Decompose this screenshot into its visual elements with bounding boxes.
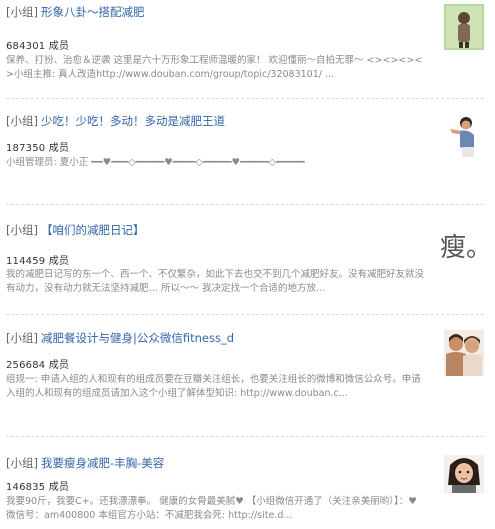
group-title-line: [小组] 少吃！少吃！多动！多动是减肥王道	[6, 113, 225, 129]
group-description: 小组管理员: 夏小正 ━━♥━━━◇━━━━━♥━━━━◇━━━━━♥━━━━━…	[6, 157, 305, 168]
group-title-line: [小组] 【咱们的减肥日记】	[6, 222, 144, 238]
group-title-link[interactable]: 我要瘦身减肥-丰胸-美容	[41, 456, 164, 470]
group-title-line: [小组] 形象八卦～搭配减肥	[6, 4, 144, 20]
member-count: 146835 成员	[6, 482, 70, 493]
member-count: 114459 成员	[6, 256, 70, 267]
divider	[6, 436, 484, 437]
group-avatar-text[interactable]: 瘦。	[440, 228, 492, 268]
group-title-link[interactable]: 减肥餐设计与健身|公众微信fitness_d	[41, 331, 234, 345]
group-description: 我的减肥日记写的东一个、西一个、不仅繁杂，如此下去也交不到几个减肥好友。没有减肥…	[6, 269, 425, 294]
green-figure-icon	[444, 4, 484, 50]
group-title-line: [小组] 减肥餐设计与健身|公众微信fitness_d	[6, 330, 234, 346]
group-title-link[interactable]: 少吃！少吃！多动！多动是减肥王道	[41, 114, 225, 128]
list-item: [小组] 少吃！少吃！多动！多动是减肥王道 187350 成员 小组管理员: 夏小…	[6, 113, 490, 205]
divider	[6, 204, 484, 205]
group-title-line: [小组] 我要瘦身减肥-丰胸-美容	[6, 455, 164, 471]
member-count: 684301 成员	[6, 41, 70, 52]
group-title-link[interactable]: 形象八卦～搭配减肥	[41, 5, 145, 19]
divider	[6, 98, 484, 99]
group-description: 保养、打扮、治愈＆逆袭 这里是六十万形象工程师温暖的家！ 欢迎懂丽～自拍无罪～ …	[6, 55, 423, 80]
divider	[6, 314, 484, 315]
group-tag: [小组]	[6, 223, 38, 237]
group-tag: [小组]	[6, 331, 38, 345]
couple-icon	[444, 330, 484, 376]
group-avatar[interactable]	[444, 113, 484, 159]
girl-icon	[444, 455, 484, 493]
list-item: [小组] 【咱们的减肥日记】 114459 成员 我的减肥日记写的东一个、西一个、…	[6, 222, 492, 315]
group-avatar[interactable]	[444, 4, 484, 50]
group-tag: [小组]	[6, 456, 38, 470]
group-title-link[interactable]: 【咱们的减肥日记】	[41, 223, 145, 237]
list-item: [小组] 形象八卦～搭配减肥 684301 成员 保养、打扮、治愈＆逆袭 这里是六…	[6, 4, 490, 99]
member-count: 256684 成员	[6, 360, 70, 371]
group-avatar[interactable]	[444, 455, 484, 493]
group-tag: [小组]	[6, 5, 38, 19]
fitness-woman-icon	[444, 113, 484, 159]
member-count: 187350 成员	[6, 143, 70, 154]
list-item: [小组] 我要瘦身减肥-丰胸-美容 146835 成员 我要90斤，我要C+。还我…	[6, 455, 490, 527]
group-avatar[interactable]	[444, 330, 484, 376]
group-description: 我要90斤，我要C+。还我漂漂拳。 健康的女骨最美腻♥ 【小组微信开通了（关注亲…	[6, 496, 417, 521]
group-description: 组规一: 申请入组的人和现有的组成员要在豆瓣关注组长，也要关注组长的微博和微信公…	[6, 374, 421, 399]
list-item: [小组] 减肥餐设计与健身|公众微信fitness_d 256684 成员 组规一…	[6, 330, 490, 437]
group-list: [小组] 形象八卦～搭配减肥 684301 成员 保养、打扮、治愈＆逆袭 这里是六…	[0, 0, 495, 529]
group-tag: [小组]	[6, 114, 38, 128]
